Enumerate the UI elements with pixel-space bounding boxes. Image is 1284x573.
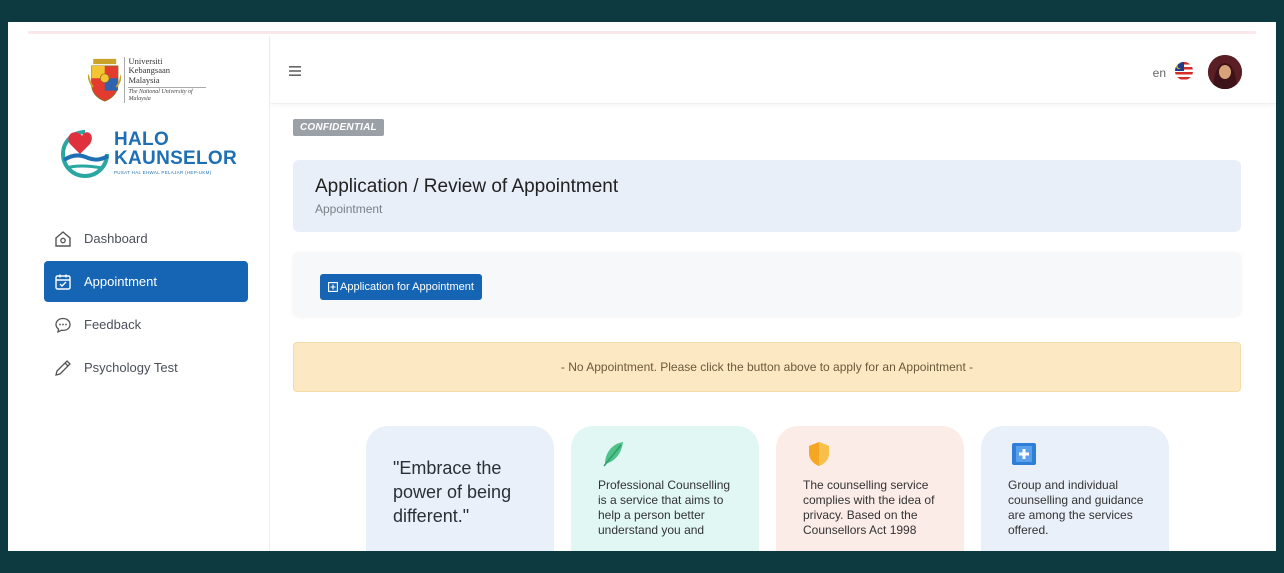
university-tagline: The National University of Malaysia — [128, 87, 206, 103]
sidebar-item-dashboard[interactable]: Dashboard — [44, 218, 248, 259]
university-logo: Universiti Kebangsaan Malaysia The Natio… — [88, 52, 206, 108]
avatar-image-icon — [1208, 55, 1242, 89]
main-content: CONFIDENTIAL Application / Review of App… — [271, 104, 1276, 551]
info-card-services: Group and individual counselling and gui… — [981, 426, 1169, 551]
language-selector[interactable]: en — [1153, 66, 1166, 80]
malaysia-flag-icon[interactable] — [1174, 61, 1194, 81]
medical-plus-icon — [1012, 443, 1036, 465]
sidebar-item-label: Feedback — [84, 317, 142, 332]
sidebar-nav: Dashboard Appointment Feedback Psycholog… — [44, 218, 248, 390]
user-avatar[interactable] — [1208, 55, 1242, 89]
chat-bubble-icon — [55, 317, 71, 333]
quote-text: "Embrace the power of being different." — [393, 458, 512, 526]
apply-appointment-button[interactable]: Application for Appointment — [320, 274, 482, 300]
sidebar-item-label: Dashboard — [84, 231, 148, 246]
university-name-3: Malaysia — [128, 74, 160, 85]
plus-square-icon — [328, 282, 338, 292]
sidebar: Universiti Kebangsaan Malaysia The Natio… — [8, 36, 270, 551]
calendar-check-icon — [55, 274, 71, 290]
brand-title-2: KAUNSELOR — [114, 148, 238, 169]
sidebar-item-appointment[interactable]: Appointment — [44, 261, 248, 302]
sidebar-item-label: Psychology Test — [84, 360, 178, 375]
brand-subtitle: PUSAT HAL EHWAL PELAJAR (HEP-UKM) — [114, 170, 212, 175]
card-text: The counselling service complies with th… — [803, 478, 935, 537]
apply-appointment-label: Application for Appointment — [340, 281, 474, 293]
pen-icon — [55, 359, 71, 376]
sidebar-item-feedback[interactable]: Feedback — [44, 304, 248, 345]
top-accent-line — [28, 31, 1256, 34]
sidebar-item-label: Appointment — [84, 274, 157, 289]
shield-icon — [809, 442, 829, 466]
info-card-privacy: The counselling service complies with th… — [776, 426, 964, 551]
brand-title-1: HALO — [114, 129, 170, 150]
home-icon — [55, 230, 71, 247]
heart-hands-icon — [61, 130, 110, 178]
app-window: Universiti Kebangsaan Malaysia The Natio… — [8, 22, 1276, 551]
top-header: en — [271, 36, 1276, 104]
sidebar-item-psychology-test[interactable]: Psychology Test — [44, 347, 248, 388]
page-title-card: Application / Review of Appointment Appo… — [293, 160, 1241, 232]
page-title: Application / Review of Appointment — [315, 176, 619, 197]
halo-kaunselor-logo: HALO KAUNSELOR PUSAT HAL EHWAL PELAJAR (… — [58, 126, 238, 184]
feather-icon — [603, 442, 623, 467]
confidential-badge: CONFIDENTIAL — [293, 119, 384, 136]
action-card: Application for Appointment — [293, 252, 1241, 316]
card-text: Professional Counselling is a service th… — [598, 478, 731, 537]
hamburger-icon[interactable] — [289, 66, 301, 76]
info-card-counselling: Professional Counselling is a service th… — [571, 426, 759, 551]
card-text: Group and individual counselling and gui… — [1008, 478, 1144, 537]
university-crest-icon — [88, 58, 122, 102]
info-card-quote: "Embrace the power of being different." — [366, 426, 554, 551]
no-appointment-alert: - No Appointment. Please click the butto… — [293, 342, 1241, 392]
breadcrumb: Appointment — [315, 202, 383, 216]
